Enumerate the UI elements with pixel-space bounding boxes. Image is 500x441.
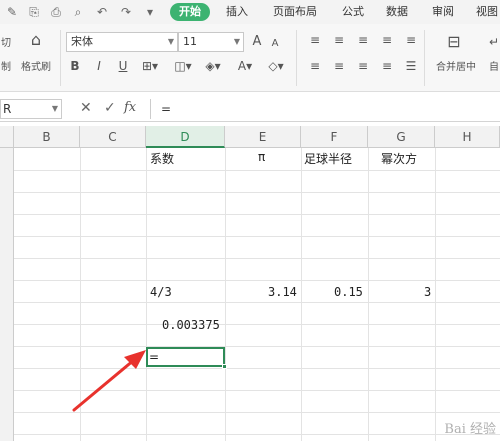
arrow-annotation-icon	[72, 350, 146, 412]
watermark-text: Bai 经验	[444, 422, 496, 437]
